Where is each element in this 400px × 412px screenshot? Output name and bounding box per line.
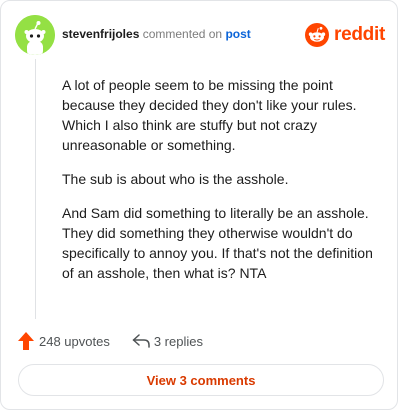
comment-paragraph: And Sam did something to literally be an… [62, 205, 373, 281]
thread-line[interactable] [35, 59, 36, 319]
post-link[interactable]: post [225, 27, 250, 41]
comment-body: A lot of people seem to be missing the p… [62, 75, 380, 297]
snoo-avatar-icon [15, 15, 55, 55]
action-text: commented on [142, 27, 223, 41]
reddit-logo-icon [305, 23, 330, 47]
replies-count: 3 replies [153, 333, 203, 349]
username-link[interactable]: stevenfrijoles [62, 27, 139, 41]
comment-actions: 248 upvotes 3 replies [18, 331, 203, 351]
comment-meta: stevenfrijoles commented on post [62, 27, 251, 41]
upvote-button[interactable]: 248 upvotes [18, 332, 110, 350]
view-comments-button[interactable]: View 3 comments [18, 364, 384, 396]
reddit-brand[interactable]: reddit [305, 21, 385, 49]
replies-button[interactable]: 3 replies [132, 334, 203, 349]
comment-paragraph: The sub is about who is the asshole. [62, 171, 289, 187]
comment-header: stevenfrijoles commented on post reddit [15, 15, 385, 55]
reddit-wordmark: reddit [334, 24, 385, 45]
upvote-count: 248 upvotes [39, 333, 110, 349]
reply-arrow-icon [132, 334, 150, 348]
user-avatar[interactable] [15, 15, 55, 55]
comment-card: stevenfrijoles commented on post reddit … [0, 0, 398, 410]
comment-paragraph: A lot of people seem to be missing the p… [62, 77, 357, 153]
upvote-arrow-icon [18, 332, 34, 350]
